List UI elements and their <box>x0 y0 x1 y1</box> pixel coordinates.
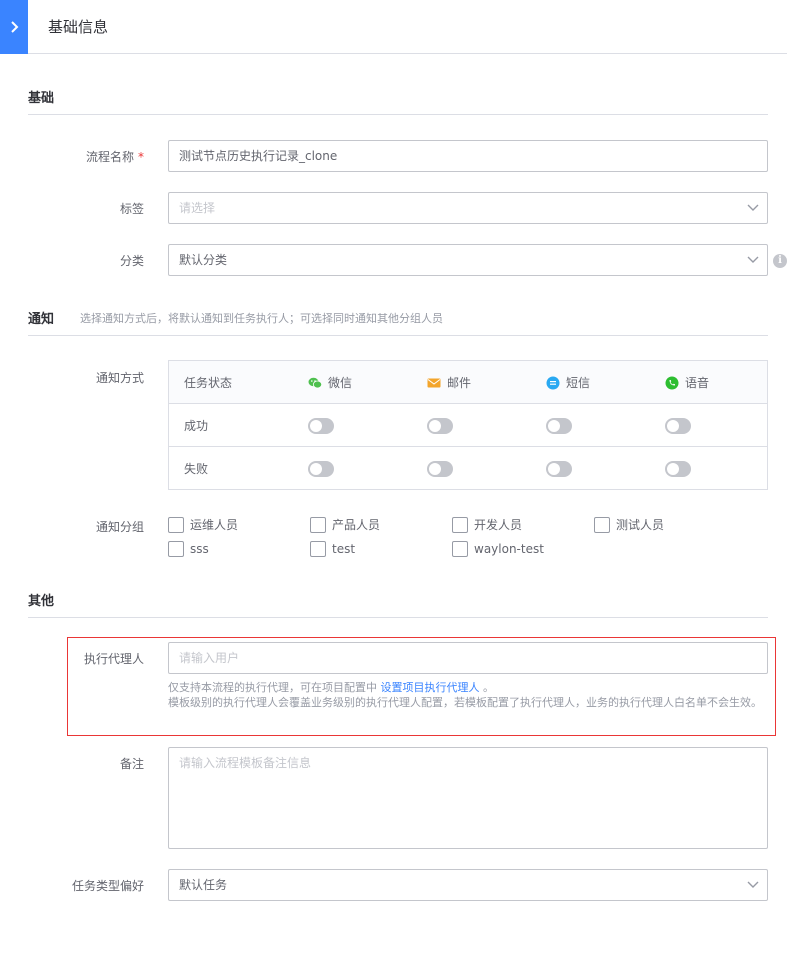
page-header: 基础信息 <box>0 0 787 54</box>
status-failure-label: 失败 <box>184 462 209 476</box>
notify-row-success: 成功 <box>169 404 767 447</box>
checkbox-box[interactable] <box>452 541 468 557</box>
failure-voice-toggle[interactable] <box>665 460 691 477</box>
remark-label: 备注 <box>119 757 144 771</box>
notify-description: 选择通知方式后，将默认通知到任务执行人；可选择同时通知其他分组人员 <box>80 312 443 325</box>
task-type-select-value: 默认任务 <box>179 878 228 892</box>
category-select-value: 默认分类 <box>179 253 228 267</box>
voice-icon <box>665 376 679 389</box>
channel-label-wechat: 微信 <box>328 376 353 390</box>
category-select[interactable]: 默认分类 <box>168 244 768 276</box>
section-divider <box>28 617 768 618</box>
chevron-right-icon <box>11 21 19 33</box>
group-checkbox-dev[interactable]: 开发人员 <box>452 516 522 533</box>
required-mark: * <box>138 150 144 164</box>
checkbox-box[interactable] <box>594 516 610 533</box>
task-type-label: 任务类型偏好 <box>71 879 144 893</box>
sms-icon <box>546 376 560 389</box>
notify-table-header: 任务状态 微信 邮件 短信 语音 <box>169 361 767 404</box>
status-column-header: 任务状态 <box>184 376 233 390</box>
channel-header-sms: 短信 <box>546 361 590 404</box>
chevron-down-icon <box>747 256 759 263</box>
group-checkbox-test-staff[interactable]: 测试人员 <box>594 516 664 533</box>
flow-name-input[interactable]: 测试节点历史执行记录_clone <box>168 140 768 172</box>
group-checkbox-ops[interactable]: 运维人员 <box>168 516 238 533</box>
channel-header-mail: 邮件 <box>427 361 471 404</box>
section-title-notify: 通知 <box>28 312 55 327</box>
page-title: 基础信息 <box>48 18 109 36</box>
chevron-down-icon <box>747 204 759 211</box>
channel-label-mail: 邮件 <box>447 376 472 390</box>
category-label: 分类 <box>119 254 144 268</box>
tags-label: 标签 <box>119 202 144 216</box>
notify-group-label: 通知分组 <box>95 520 144 534</box>
success-mail-toggle[interactable] <box>427 417 453 434</box>
mail-icon <box>427 378 441 387</box>
notify-method-table: 任务状态 微信 邮件 短信 语音 成功 失败 <box>168 360 768 490</box>
executor-proxy-input[interactable]: 请输入用户 <box>168 642 768 674</box>
notify-row-failure: 失败 <box>169 447 767 490</box>
checkbox-box[interactable] <box>168 541 184 557</box>
failure-wechat-toggle[interactable] <box>308 460 334 477</box>
checkbox-box[interactable] <box>310 541 326 557</box>
group-checkbox-waylon-test[interactable]: waylon-test <box>452 541 544 557</box>
channel-label-voice: 语音 <box>685 376 710 390</box>
notify-method-label: 通知方式 <box>95 371 144 385</box>
checkbox-box[interactable] <box>452 516 468 533</box>
success-sms-toggle[interactable] <box>546 417 572 434</box>
tags-select[interactable]: 请选择 <box>168 192 768 224</box>
success-voice-toggle[interactable] <box>665 417 691 434</box>
section-title-basic: 基础 <box>28 91 55 106</box>
executor-proxy-tip: 仅支持本流程的执行代理，可在项目配置中 设置项目执行代理人 。 模板级别的执行代… <box>168 681 762 709</box>
group-checkbox-product[interactable]: 产品人员 <box>310 516 380 533</box>
info-icon[interactable]: i <box>773 254 787 268</box>
section-divider <box>28 335 768 336</box>
group-checkbox-sss[interactable]: sss <box>168 541 209 557</box>
task-type-select[interactable]: 默认任务 <box>168 869 768 901</box>
failure-sms-toggle[interactable] <box>546 460 572 477</box>
flow-name-label: 流程名称 * <box>85 150 144 164</box>
channel-header-wechat: 微信 <box>308 361 352 404</box>
section-divider <box>28 114 768 115</box>
expand-toggle-button[interactable] <box>0 0 28 54</box>
chevron-down-icon <box>747 881 759 888</box>
executor-proxy-tip-line2: 模板级别的执行代理人会覆盖业务级别的执行代理人配置，若模板配置了执行代理人，业务… <box>168 696 762 709</box>
group-checkbox-test[interactable]: test <box>310 541 355 557</box>
channel-label-sms: 短信 <box>566 376 591 390</box>
success-wechat-toggle[interactable] <box>308 417 334 434</box>
failure-mail-toggle[interactable] <box>427 460 453 477</box>
executor-proxy-label: 执行代理人 <box>83 652 144 666</box>
remark-textarea[interactable]: 请输入流程模板备注信息 <box>168 747 768 849</box>
wechat-icon <box>308 377 322 388</box>
channel-header-voice: 语音 <box>665 361 709 404</box>
status-success-label: 成功 <box>184 419 209 433</box>
section-title-other: 其他 <box>28 594 55 609</box>
checkbox-box[interactable] <box>168 516 184 533</box>
set-project-executor-proxy-link[interactable]: 设置项目执行代理人 <box>381 681 480 694</box>
tags-select-placeholder: 请选择 <box>179 201 216 215</box>
checkbox-box[interactable] <box>310 516 326 533</box>
